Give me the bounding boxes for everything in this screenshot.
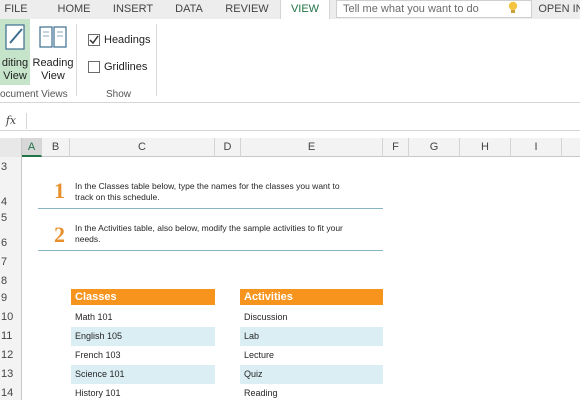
reading-view-button[interactable]: Reading View bbox=[32, 19, 74, 85]
table-row[interactable]: Quiz bbox=[240, 365, 383, 384]
reading-view-label-1: Reading bbox=[32, 57, 74, 69]
normal-view-label-2: View bbox=[3, 70, 27, 82]
step-text: In the Activities table, also below, mod… bbox=[75, 223, 385, 245]
column-header-f[interactable]: F bbox=[383, 138, 409, 157]
tab-insert[interactable]: INSERT bbox=[104, 0, 162, 19]
row-header[interactable]: 13 bbox=[0, 368, 22, 380]
table-row[interactable]: Reading bbox=[240, 384, 383, 403]
checkmark-icon bbox=[89, 35, 99, 45]
column-header-i[interactable]: I bbox=[511, 138, 562, 157]
table-row[interactable]: French 103 bbox=[71, 346, 215, 365]
column-header-c[interactable]: C bbox=[70, 138, 215, 157]
step-text: In the Classes table below, type the nam… bbox=[75, 181, 385, 203]
column-header-g[interactable]: G bbox=[409, 138, 460, 157]
column-header-e[interactable]: E bbox=[241, 138, 383, 157]
reading-view-label-2: View bbox=[41, 70, 65, 82]
group-separator bbox=[156, 24, 157, 96]
step-text-line: In the Activities table, also below, mod… bbox=[75, 223, 343, 233]
column-header-d[interactable]: D bbox=[215, 138, 241, 157]
headings-checkbox[interactable] bbox=[88, 34, 100, 46]
row-header[interactable]: 5 bbox=[0, 212, 22, 224]
tab-file[interactable]: FILE bbox=[0, 0, 32, 19]
row-header[interactable]: 6 bbox=[0, 237, 22, 249]
table-row[interactable]: Discussion bbox=[240, 308, 383, 327]
book-icon bbox=[39, 26, 67, 48]
tell-me-search-input[interactable]: Tell me what you want to do bbox=[336, 0, 532, 18]
activities-table-header[interactable]: Activities bbox=[240, 289, 383, 305]
lightbulb-icon bbox=[508, 1, 518, 15]
step-divider bbox=[38, 208, 383, 209]
column-header-b[interactable]: B bbox=[42, 138, 70, 157]
row-header[interactable]: 7 bbox=[0, 256, 22, 268]
tab-view[interactable]: VIEW bbox=[280, 0, 330, 19]
gridlines-label: Gridlines bbox=[104, 61, 148, 73]
table-row[interactable]: Math 101 bbox=[71, 308, 215, 327]
document-views-group-label: ocument Views bbox=[0, 89, 68, 100]
show-group-label: Show bbox=[106, 89, 132, 100]
table-row[interactable]: Science 101 bbox=[71, 365, 215, 384]
table-row[interactable]: Lecture bbox=[240, 346, 383, 365]
step-text-line: track on this schedule. bbox=[75, 192, 160, 202]
step-divider bbox=[38, 250, 383, 251]
step-text-line: In the Classes table below, type the nam… bbox=[75, 181, 340, 191]
classes-table-header[interactable]: Classes bbox=[71, 289, 215, 305]
ribbon-panel bbox=[0, 19, 580, 103]
step-number: 2 bbox=[54, 222, 65, 247]
headings-label: Headings bbox=[104, 34, 151, 46]
tab-review[interactable]: REVIEW bbox=[218, 0, 276, 19]
select-all-corner[interactable] bbox=[0, 138, 22, 157]
column-header-h[interactable]: H bbox=[460, 138, 511, 157]
table-row[interactable]: History 101 bbox=[71, 384, 215, 403]
row-header[interactable]: 4 bbox=[0, 196, 22, 208]
table-row[interactable]: English 105 bbox=[71, 327, 215, 346]
tab-home[interactable]: HOME bbox=[48, 0, 100, 19]
normal-view-label-1: diting bbox=[1, 57, 29, 69]
row-header[interactable]: 11 bbox=[0, 330, 22, 342]
tab-open-in[interactable]: OPEN IN bbox=[536, 0, 580, 19]
group-separator bbox=[76, 24, 77, 96]
normal-view-button[interactable]: diting View bbox=[0, 19, 30, 85]
step-text-line: needs. bbox=[75, 234, 101, 244]
step-number: 1 bbox=[54, 178, 65, 203]
row-header[interactable]: 14 bbox=[0, 387, 22, 399]
tab-data[interactable]: DATA bbox=[166, 0, 212, 19]
row-header[interactable]: 12 bbox=[0, 349, 22, 361]
insert-function-button[interactable]: fx bbox=[2, 113, 20, 129]
row-header[interactable]: 9 bbox=[0, 292, 22, 304]
formula-input[interactable] bbox=[26, 113, 580, 129]
page-edit-icon bbox=[5, 24, 25, 50]
row-header[interactable]: 8 bbox=[0, 275, 22, 287]
row-header[interactable]: 3 bbox=[0, 161, 22, 173]
gridlines-checkbox[interactable] bbox=[88, 61, 100, 73]
column-header-a[interactable]: A bbox=[22, 138, 42, 157]
row-header[interactable]: 10 bbox=[0, 311, 22, 323]
table-row[interactable]: Lab bbox=[240, 327, 383, 346]
